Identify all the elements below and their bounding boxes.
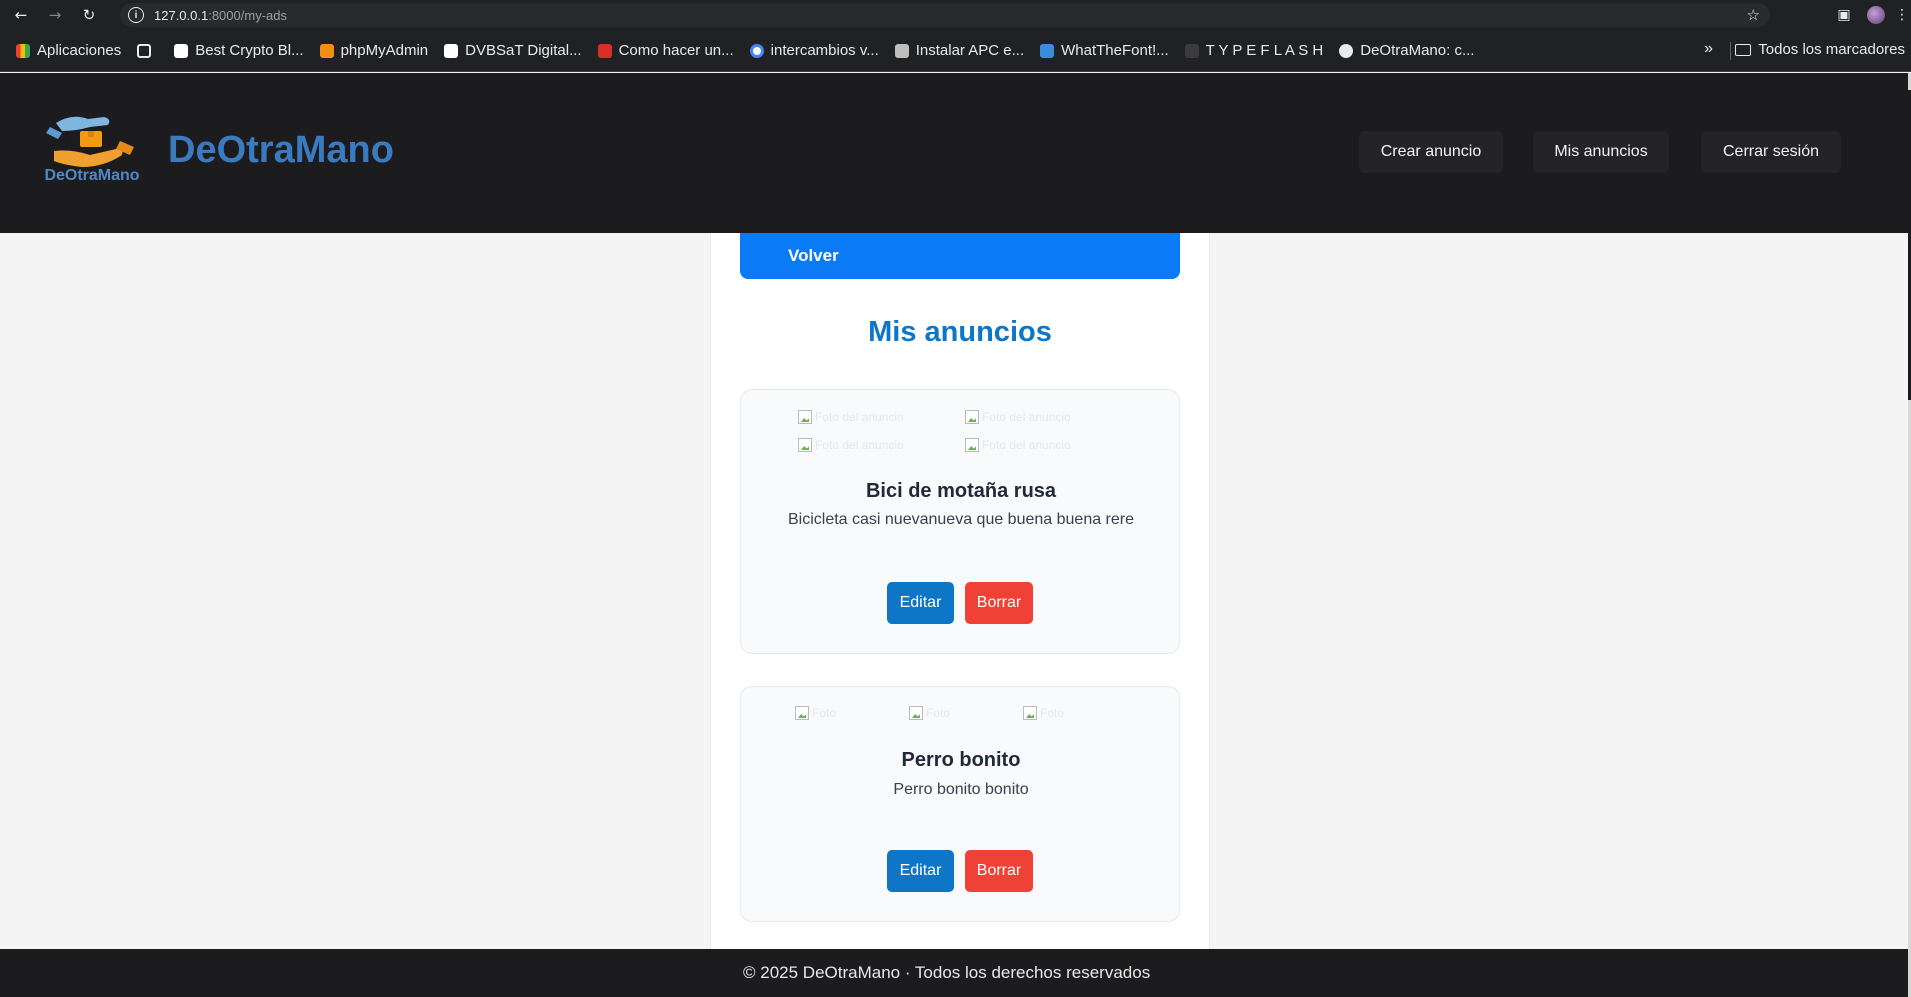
ad-image: Foto del anuncio (798, 409, 904, 425)
favicon-icon (319, 43, 334, 58)
bookmark-label: phpMyAdmin (340, 42, 429, 59)
broken-image-icon (965, 438, 979, 452)
favicon-icon (1184, 43, 1199, 58)
broken-image-icon (795, 706, 809, 720)
all-bookmarks-folder[interactable]: Todos los marcadores (1735, 41, 1905, 58)
bookmark-star-icon[interactable]: ☆ (1747, 6, 1760, 24)
menu-kebab-icon[interactable]: ⋮ (1893, 7, 1911, 23)
bookmark-typeflash[interactable]: T Y P E F L A S H (1184, 42, 1324, 59)
ad-image: Foto (1023, 705, 1064, 721)
bookmark-apps[interactable]: Aplicaciones (16, 42, 121, 59)
image-alt-text: Foto del anuncio (982, 410, 1071, 424)
logo-text: DeOtraMano (44, 167, 140, 184)
bookmark-deotramano[interactable]: DeOtraMano: c... (1339, 42, 1474, 59)
all-bookmarks-label: Todos los marcadores (1758, 41, 1905, 58)
hands-box-logo-icon (46, 116, 134, 167)
delete-button[interactable]: Borrar (965, 850, 1033, 892)
forward-arrow-icon[interactable]: → (44, 4, 66, 26)
brand-name[interactable]: DeOtraMano (168, 129, 394, 172)
create-ad-button[interactable]: Crear anuncio (1359, 131, 1503, 173)
browser-actions: ▣ ⋮ (1829, 0, 1911, 30)
bookmark-label: DVBSaT Digital... (465, 42, 582, 59)
bookmark-grid[interactable] (137, 43, 158, 58)
bookmark-label: Como hacer un... (618, 42, 734, 59)
ad-description: Bicicleta casi nuevanueva que buena buen… (787, 511, 1135, 528)
favicon-icon (444, 43, 459, 58)
edit-button[interactable]: Editar (887, 582, 954, 624)
broken-image-icon (965, 410, 979, 424)
back-button[interactable]: Volver (740, 233, 1180, 279)
my-ads-button[interactable]: Mis anuncios (1533, 131, 1669, 173)
image-alt-text: Foto del anuncio (815, 438, 904, 452)
ad-title: Perro bonito (901, 749, 1021, 771)
google-icon (749, 43, 764, 58)
ad-image: Foto del anuncio (798, 437, 904, 453)
profile-avatar[interactable] (1867, 6, 1885, 24)
favicon-icon (597, 43, 612, 58)
bookmark-best-crypto[interactable]: Best Crypto Bl... (174, 42, 304, 59)
site-info-icon[interactable]: i (128, 7, 144, 23)
bookmark-label: DeOtraMano: c... (1360, 42, 1475, 59)
bookmark-label: T Y P E F L A S H (1205, 42, 1324, 59)
more-bookmarks-chevron-icon[interactable]: » (1704, 40, 1713, 58)
folder-icon (1735, 43, 1752, 56)
reload-icon[interactable]: ↻ (78, 4, 100, 26)
image-alt-text: Foto (812, 706, 837, 720)
site-footer: © 2025 DeOtraMano · Todos los derechos r… (0, 949, 1908, 997)
url-path: :8000/my-ads (208, 7, 287, 23)
broken-image-icon (798, 410, 812, 424)
edit-button[interactable]: Editar (887, 850, 954, 892)
screenshot-icon[interactable]: ▣ (1829, 7, 1859, 23)
bookmark-label: WhatTheFont!... (1061, 42, 1169, 59)
bookmark-dvbsat[interactable]: DVBSaT Digital... (444, 42, 582, 59)
bookmark-intercambios[interactable]: intercambios v... (749, 42, 879, 59)
bookmark-como-hacer[interactable]: Como hacer un... (597, 42, 734, 59)
page-title: Mis anuncios (868, 316, 1052, 348)
broken-image-icon (798, 438, 812, 452)
ad-card: Foto Foto Foto Perro bonito Perro bonito… (740, 686, 1180, 922)
bookmark-label: intercambios v... (770, 42, 879, 59)
bookmarks-bar: Aplicaciones Best Crypto Bl... phpMyAdmi… (0, 30, 1911, 72)
ad-image: Foto (795, 705, 836, 721)
ad-description: Perro bonito bonito (893, 781, 1029, 798)
image-alt-text: Foto del anuncio (815, 410, 904, 424)
bookmark-label: Aplicaciones (37, 42, 122, 59)
site-header: DeOtraMano DeOtraMano Crear anuncio Mis … (0, 73, 1908, 233)
ad-image: Foto del anuncio (965, 437, 1071, 453)
logout-button[interactable]: Cerrar sesión (1701, 131, 1841, 173)
image-alt-text: Foto (926, 706, 951, 720)
favicon-icon (1040, 43, 1055, 58)
ad-card: Foto del anuncio Foto del anuncio Foto d… (740, 389, 1180, 654)
address-bar[interactable]: i 127.0.0.1:8000/my-ads ☆ (120, 3, 1770, 27)
image-alt-text: Foto del anuncio (982, 438, 1071, 452)
favicon-icon (174, 43, 189, 58)
grid-icon (137, 43, 152, 58)
bookmark-phpmyadmin[interactable]: phpMyAdmin (319, 42, 429, 59)
site-logo[interactable]: DeOtraMano (42, 111, 142, 191)
back-arrow-icon[interactable]: ← (10, 4, 32, 26)
browser-toolbar: ← → ↻ i 127.0.0.1:8000/my-ads ☆ ▣ ⋮ (0, 0, 1911, 30)
bookmark-label: Instalar APC e... (915, 42, 1025, 59)
bookmark-instalar-apc[interactable]: Instalar APC e... (894, 42, 1025, 59)
apps-grid-icon (16, 43, 30, 58)
image-alt-text: Foto (1040, 706, 1065, 720)
globe-icon (1339, 43, 1354, 58)
footer-copyright: © 2025 DeOtraMano · Todos los derechos r… (743, 963, 1151, 982)
url-host: 127.0.0.1 (154, 7, 209, 23)
broken-image-icon (1023, 706, 1037, 720)
ad-title: Bici de motaña rusa (865, 480, 1057, 502)
broken-image-icon (909, 706, 923, 720)
favicon-icon (894, 43, 909, 58)
bookmark-label: Best Crypto Bl... (195, 42, 304, 59)
bookmarks-divider (1730, 42, 1731, 60)
delete-button[interactable]: Borrar (965, 582, 1033, 624)
bookmark-whatthefont[interactable]: WhatTheFont!... (1040, 42, 1169, 59)
ad-image: Foto del anuncio (965, 409, 1071, 425)
ad-image: Foto (909, 705, 950, 721)
